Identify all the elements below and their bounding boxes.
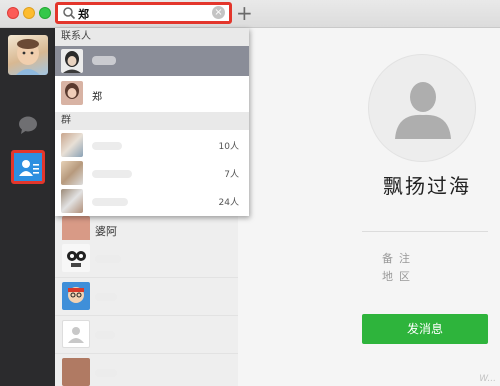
close-window-button[interactable] (7, 7, 19, 19)
contact-name: 郑 (92, 92, 102, 103)
contacts-section-header: 联系人 (55, 28, 249, 46)
list-item[interactable] (55, 354, 238, 386)
chat-icon[interactable] (17, 114, 39, 136)
search-result-group[interactable]: 7人 (55, 158, 249, 188)
clear-search-icon[interactable]: × (212, 6, 225, 19)
search-result-group[interactable]: 24人 (55, 186, 249, 216)
profile-name: 飘扬过海 (383, 174, 471, 198)
sidebar (0, 28, 55, 386)
contact-avatar (62, 282, 90, 310)
search-icon (63, 7, 76, 20)
contact-avatar (62, 320, 90, 348)
contact-avatar (61, 49, 83, 73)
search-result-contact[interactable] (55, 46, 249, 76)
list-item[interactable] (55, 278, 238, 316)
minimize-window-button[interactable] (23, 7, 35, 19)
divider (362, 231, 488, 232)
search-input[interactable]: 郑 × (55, 2, 232, 24)
contact-name-blur (92, 56, 116, 65)
profile-panel: 飘扬过海 备注 地区 发消息 (238, 28, 500, 386)
group-avatar (61, 161, 83, 185)
groups-section-header: 群 (55, 112, 249, 130)
contact-avatar (62, 358, 90, 386)
profile-avatar (368, 54, 476, 162)
list-item[interactable] (55, 240, 238, 278)
watermark: W... (479, 374, 496, 384)
user-avatar-image (16, 39, 40, 75)
zoom-window-button[interactable] (39, 7, 51, 19)
contacts-icon (19, 160, 39, 176)
contact-avatar (61, 81, 83, 105)
contact-avatar (62, 244, 90, 272)
list-item[interactable] (55, 316, 238, 354)
group-member-count: 10人 (218, 142, 239, 152)
user-avatar[interactable] (8, 35, 48, 75)
send-message-button[interactable]: 发消息 (362, 314, 488, 344)
contact-name: 婆阿 (95, 225, 117, 238)
group-member-count: 7人 (224, 170, 239, 180)
search-query: 郑 (78, 8, 89, 21)
search-result-group[interactable]: 10人 (55, 130, 249, 160)
remark-label: 备注 (382, 252, 416, 265)
default-user-icon (395, 82, 451, 139)
group-avatar (61, 189, 83, 213)
group-avatar (61, 133, 83, 157)
search-results-dropdown: 联系人 郑 群 10人 7人 24人 (55, 28, 249, 216)
title-bar: 郑 × + (0, 0, 500, 28)
contacts-tab[interactable] (11, 150, 45, 184)
add-button[interactable]: + (236, 2, 253, 24)
search-result-contact[interactable]: 郑 (55, 76, 249, 110)
wechat-window: 郑 × + 婆阿 飘扬过海 备注 地区 发消息 联系人 郑 群 10人 7人 2… (0, 0, 500, 386)
region-label: 地区 (382, 270, 416, 283)
group-member-count: 24人 (218, 198, 239, 208)
